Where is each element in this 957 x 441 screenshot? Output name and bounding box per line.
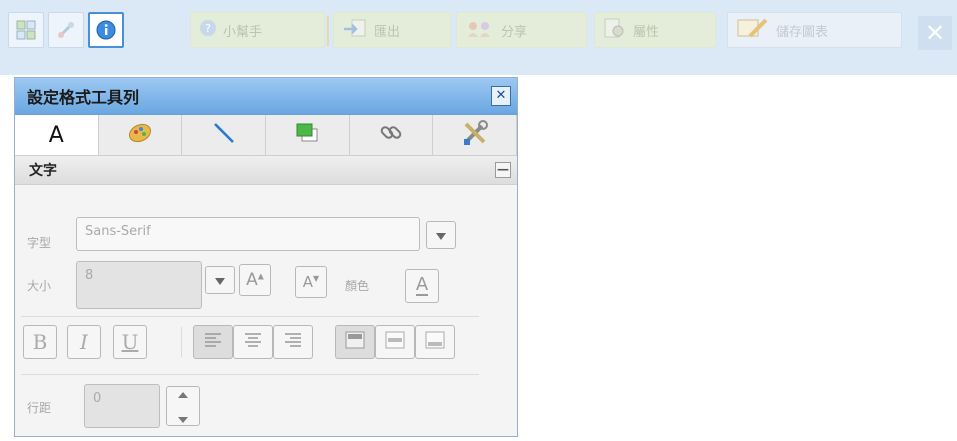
line-spacing-stepper[interactable] [166, 386, 200, 426]
font-input[interactable]: Sans-Serif [76, 217, 420, 251]
tab-fill[interactable] [98, 115, 183, 155]
line-spacing-input[interactable]: 0 [84, 384, 160, 428]
text-section-header[interactable]: 文字 — [15, 156, 517, 185]
format-toolbar-panel: 設定格式工具列 ✕ A 文字 — 字型 Sans-Serif 大小 8 A▲ A… [14, 77, 518, 437]
tab-link[interactable] [349, 115, 434, 155]
panel-title: 設定格式工具列 [27, 88, 140, 107]
divider [181, 327, 182, 357]
chevron-up-icon[interactable] [177, 384, 189, 403]
save-chart-button[interactable]: 儲存圖表 [727, 12, 902, 48]
font-color-icon: A [415, 274, 429, 296]
valign-middle-button[interactable] [375, 325, 415, 359]
size-input[interactable]: 8 [76, 261, 202, 309]
info-icon[interactable] [88, 12, 124, 48]
close-toolbar-button[interactable]: ✕ [918, 16, 952, 50]
tab-text[interactable]: A [15, 115, 99, 155]
help-label: 小幫手 [223, 24, 263, 40]
section-title: 文字 [29, 163, 57, 179]
underline-icon: U [121, 330, 139, 354]
italic-icon: I [80, 330, 88, 354]
tools-icon [461, 119, 489, 151]
align-right-icon [284, 332, 302, 352]
font-shrink-icon: A▼ [302, 273, 320, 291]
fill-color-icon [126, 121, 154, 149]
collapse-button[interactable]: — [495, 162, 511, 178]
size-value: 8 [85, 268, 94, 283]
font-dropdown-button[interactable] [426, 221, 456, 249]
align-left-icon [204, 332, 222, 352]
bold-icon: B [32, 330, 48, 354]
text-icon: A [48, 122, 64, 148]
save-chart-icon [736, 16, 770, 44]
decrease-font-size-button[interactable]: A▼ [295, 266, 327, 298]
panel-titlebar[interactable]: 設定格式工具列 ✕ [15, 78, 517, 115]
tab-line[interactable] [182, 115, 267, 155]
divider [21, 316, 479, 317]
valign-top-button[interactable] [335, 325, 375, 359]
line-spacing-label: 行距 [27, 401, 52, 415]
font-value: Sans-Serif [85, 224, 151, 239]
help-icon: ? [199, 19, 217, 41]
properties-label: 屬性 [633, 24, 660, 40]
valign-bottom-icon [425, 331, 445, 353]
italic-button[interactable]: I [67, 325, 101, 359]
valign-middle-icon [385, 331, 405, 353]
close-icon: ✕ [495, 88, 507, 103]
color-label: 顏色 [345, 279, 370, 293]
chevron-down-icon[interactable] [177, 409, 189, 428]
tab-tools[interactable] [433, 115, 518, 155]
close-icon: ✕ [924, 19, 946, 47]
properties-icon [603, 17, 627, 43]
panel-close-button[interactable]: ✕ [491, 86, 511, 106]
align-center-icon [244, 332, 262, 352]
align-left-button[interactable] [193, 325, 233, 359]
properties-button[interactable]: 屬性 [594, 12, 716, 48]
export-button[interactable]: 匯出 [333, 12, 451, 48]
font-grow-icon: A▲ [246, 270, 264, 290]
export-label: 匯出 [374, 24, 401, 40]
font-label: 字型 [27, 236, 52, 250]
increase-font-size-button[interactable]: A▲ [239, 264, 271, 296]
export-icon [342, 17, 368, 43]
help-button[interactable]: ? 小幫手 [190, 12, 325, 48]
bold-button[interactable]: B [23, 325, 57, 359]
tab-layer[interactable] [266, 115, 350, 155]
grid-view-icon[interactable] [8, 12, 44, 48]
save-chart-label: 儲存圖表 [776, 24, 829, 40]
font-color-button[interactable]: A [405, 269, 439, 303]
layer-icon [294, 121, 320, 149]
svg-text:?: ? [205, 22, 211, 35]
toolbar-divider [327, 16, 329, 46]
minus-icon: — [497, 162, 509, 176]
align-right-button[interactable] [273, 325, 313, 359]
valign-top-icon [345, 331, 365, 353]
top-toolbar: ? 小幫手 匯出 分享 屬性 儲存圖表 ✕ [0, 0, 957, 75]
format-tabs: A [15, 115, 518, 156]
underline-button[interactable]: U [113, 325, 147, 359]
chart-link-icon[interactable] [48, 12, 84, 48]
link-icon [378, 120, 404, 150]
share-button[interactable]: 分享 [456, 12, 587, 48]
chevron-down-icon [214, 271, 226, 290]
align-center-button[interactable] [233, 325, 273, 359]
chevron-down-icon [435, 226, 447, 245]
line-icon [211, 120, 237, 150]
divider [21, 374, 479, 375]
size-dropdown-button[interactable] [205, 266, 235, 294]
share-label: 分享 [501, 24, 528, 40]
size-label: 大小 [27, 279, 52, 293]
valign-bottom-button[interactable] [415, 325, 455, 359]
share-icon [465, 17, 495, 43]
line-spacing-value: 0 [93, 391, 102, 406]
